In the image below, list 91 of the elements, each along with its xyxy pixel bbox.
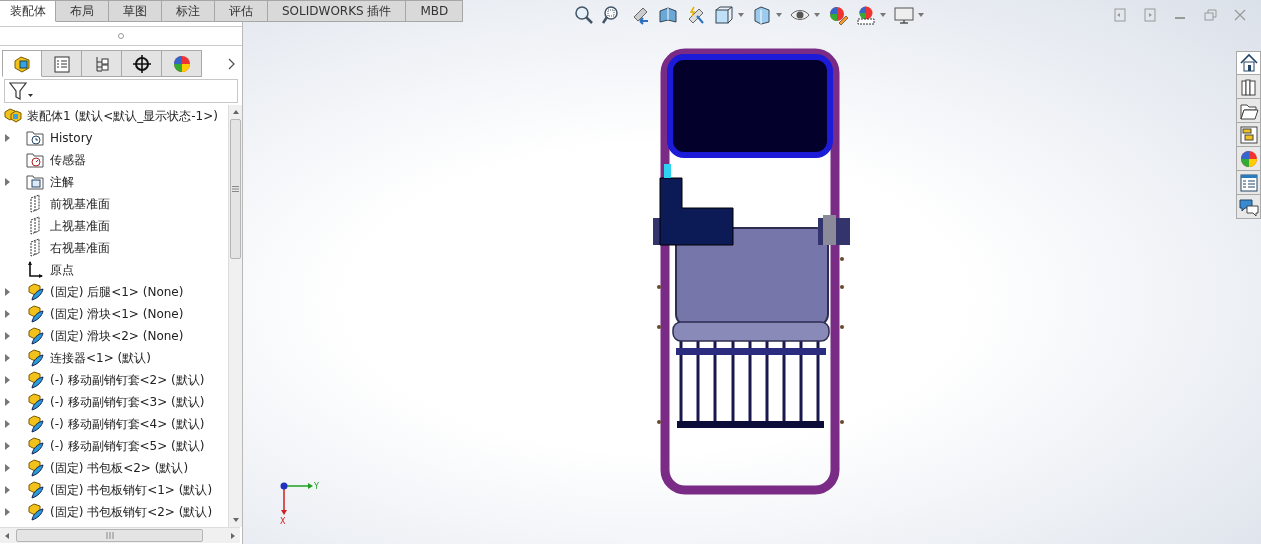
zoom-to-fit-icon[interactable] — [574, 5, 594, 25]
expand-arrow-icon[interactable] — [4, 310, 10, 318]
history-folder-icon — [26, 128, 46, 148]
tree-item-label[interactable]: (-) 移动副销钉套<5> (默认) — [50, 437, 205, 455]
task-pane-tab[interactable] — [1236, 147, 1261, 171]
tree-item-label[interactable]: (固定) 书包板<2> (默认) — [50, 459, 189, 477]
task-pane-tab[interactable] — [1236, 99, 1261, 123]
command-tab[interactable]: 标注 — [162, 0, 215, 22]
command-tab[interactable]: 评估 — [215, 0, 268, 22]
appearance-pencil-icon[interactable] — [828, 5, 848, 25]
expand-arrow-icon[interactable] — [4, 442, 10, 450]
color-sphere-icon — [1238, 148, 1259, 169]
task-pane-tab[interactable] — [1236, 195, 1261, 219]
axis-label: Y — [314, 482, 319, 491]
scrollbar-thumb[interactable] — [230, 119, 241, 259]
filter-icon[interactable] — [9, 81, 33, 101]
caret-icon[interactable] — [776, 13, 782, 17]
part-icon — [26, 436, 46, 456]
section-view-icon[interactable] — [658, 5, 678, 25]
expand-arrow-icon[interactable] — [4, 420, 10, 428]
tree-item-label[interactable]: 上视基准面 — [50, 217, 110, 235]
task-pane-tab[interactable] — [1236, 51, 1261, 75]
expand-arrow-icon[interactable] — [4, 134, 10, 142]
display-style-icon[interactable] — [752, 5, 772, 25]
chat-bubbles-icon — [1238, 196, 1259, 217]
task-pane-tab[interactable] — [1236, 75, 1261, 99]
chevron-right-icon[interactable] — [227, 57, 235, 70]
caret-icon[interactable] — [918, 13, 924, 17]
command-tab[interactable]: 装配体 — [0, 0, 56, 22]
expand-arrow-icon[interactable] — [4, 398, 10, 406]
caret-icon[interactable] — [814, 13, 820, 17]
tree-item-label[interactable]: (固定) 滑块<1> (None) — [50, 305, 184, 323]
command-tab[interactable]: 草图 — [109, 0, 162, 22]
scene-icon[interactable] — [856, 5, 876, 25]
expand-arrow-icon[interactable] — [4, 376, 10, 384]
tree-item-label[interactable]: History — [50, 129, 93, 147]
tree-item-label[interactable]: (固定) 书包板销钉<2> (默认) — [50, 503, 213, 521]
axis-triad-drawing — [280, 482, 313, 515]
crosshair-icon — [131, 53, 152, 74]
task-pane-tab[interactable] — [1236, 171, 1261, 195]
part-icon — [26, 502, 46, 522]
tree-item-label[interactable]: 前视基准面 — [50, 195, 110, 213]
caret-icon[interactable] — [738, 13, 744, 17]
part-icon — [26, 326, 46, 346]
command-tab[interactable]: MBD — [406, 0, 464, 22]
axis-label: X — [280, 517, 286, 526]
home-icon — [1238, 53, 1259, 73]
part-icon — [26, 282, 46, 302]
part-icon — [26, 480, 46, 500]
expand-arrow-icon[interactable] — [4, 288, 10, 296]
tree-item-label[interactable]: 传感器 — [50, 151, 86, 169]
part-icon — [26, 304, 46, 324]
tree-item-label[interactable]: 注解 — [50, 173, 74, 191]
tree-item-label[interactable]: (固定) 后腿<1> (None) — [50, 283, 184, 301]
tree-item-label[interactable]: (-) 移动副销钉套<2> (默认) — [50, 371, 205, 389]
annotation-folder-icon — [26, 172, 46, 192]
property-list-icon — [51, 53, 72, 74]
tree-item-label[interactable]: (固定) 滑块<2> (None) — [50, 327, 184, 345]
tree-item-label[interactable]: (-) 移动副销钉套<3> (默认) — [50, 393, 205, 411]
part-icon — [26, 414, 46, 434]
part-icon — [26, 458, 46, 478]
expand-arrow-icon[interactable] — [4, 354, 10, 362]
sensor-folder-icon — [26, 150, 46, 170]
expand-arrow-icon[interactable] — [4, 178, 10, 186]
view-orientation-icon[interactable] — [714, 5, 734, 25]
expand-arrow-icon[interactable] — [4, 486, 10, 494]
part-icon — [26, 392, 46, 412]
expand-arrow-icon[interactable] — [4, 464, 10, 472]
monitor-icon[interactable] — [894, 5, 914, 25]
tree-item-label[interactable]: 右视基准面 — [50, 239, 110, 257]
part-icon — [26, 370, 46, 390]
expand-arrow-icon[interactable] — [4, 508, 10, 516]
tree-item-label[interactable]: 原点 — [50, 261, 74, 279]
command-tab[interactable]: 布局 — [56, 0, 109, 22]
color-sphere-icon — [171, 53, 192, 74]
tree-item-label[interactable]: (-) 移动副销钉套<4> (默认) — [50, 415, 205, 433]
tree-item-label[interactable]: 装配体1 (默认<默认_显示状态-1>) — [27, 107, 218, 125]
property-list-icon — [1238, 172, 1259, 193]
caret-icon[interactable] — [880, 13, 886, 17]
part-icon — [26, 348, 46, 368]
scrollbar-thumb[interactable] — [16, 529, 203, 542]
books-icon — [1238, 76, 1259, 97]
view-palette-icon — [1238, 124, 1259, 145]
feature-manager-icon — [12, 53, 32, 74]
horizontal-scrollbar[interactable] — [0, 527, 240, 543]
panel-tab[interactable] — [122, 50, 162, 77]
expand-arrow-icon[interactable] — [4, 332, 10, 340]
vertical-scrollbar[interactable] — [228, 105, 242, 527]
tree-item-label[interactable]: 连接器<1> (默认) — [50, 349, 151, 367]
tree-item-label[interactable]: (固定) 书包板销钉<1> (默认) — [50, 481, 213, 499]
command-tab[interactable]: SOLIDWORKS 插件 — [268, 0, 407, 22]
